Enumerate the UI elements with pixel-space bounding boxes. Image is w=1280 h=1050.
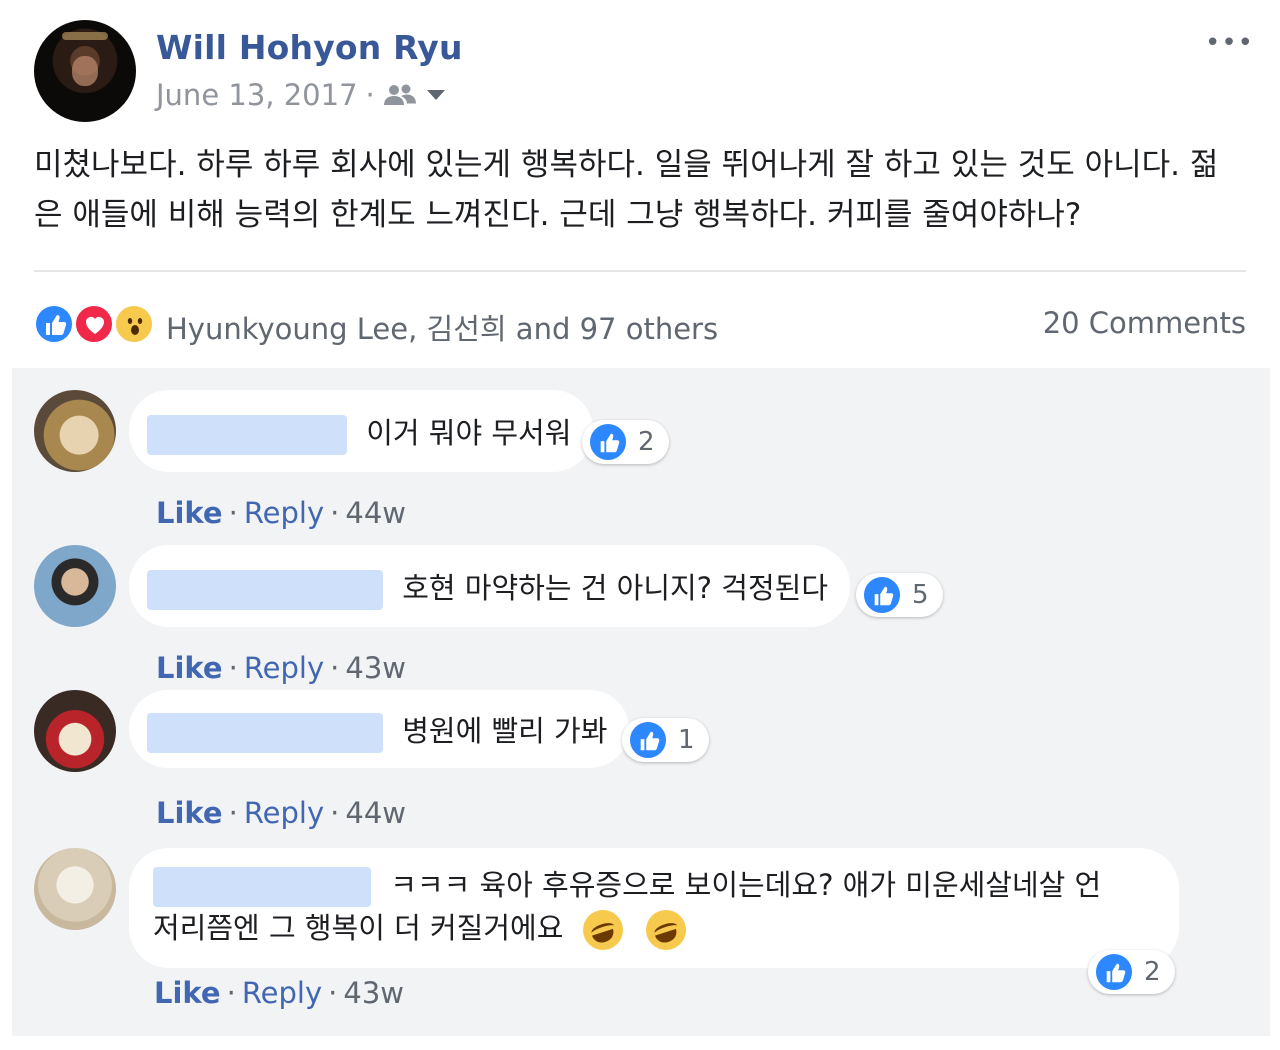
- rolling-laughing-emoji-icon: [582, 910, 623, 950]
- commenter-avatar[interactable]: [34, 848, 116, 930]
- wow-icon: [114, 304, 154, 344]
- comment-text: 병원에 빨리 가봐: [402, 714, 608, 748]
- avatar-face: [72, 56, 98, 86]
- divider: [34, 270, 1246, 272]
- post-date[interactable]: June 13, 2017: [156, 78, 358, 112]
- comment-text-line-1: ㅋㅋㅋ 육아 후유증으로 보이는데요? 애가 미운세살네살 언: [390, 868, 1102, 902]
- rolling-laughing-emoji-icon: [645, 910, 686, 950]
- like-count: 2: [1144, 957, 1161, 987]
- reply-link[interactable]: Reply: [244, 496, 324, 530]
- dot-separator: ·: [330, 796, 340, 830]
- like-link[interactable]: Like: [156, 796, 223, 830]
- comment-bubble: 이거 뭐야 무서워: [129, 390, 594, 472]
- comment-like-count[interactable]: 2: [1088, 950, 1175, 994]
- audience-dropdown-icon[interactable]: [425, 88, 447, 102]
- dot-separator: ·: [228, 796, 238, 830]
- dot-separator: ·: [330, 496, 340, 530]
- dot-separator: ·: [226, 976, 236, 1010]
- commenter-avatar[interactable]: [34, 390, 116, 472]
- more-options-button[interactable]: •••: [1205, 28, 1254, 58]
- dot-separator: ·: [330, 651, 340, 685]
- post-meta: June 13, 2017 ·: [156, 78, 447, 112]
- avatar-detail: [62, 32, 108, 40]
- like-icon: [588, 422, 628, 462]
- comment-time[interactable]: 43w: [343, 976, 404, 1010]
- comment-text-line-2: 저리쯤엔 그 행복이 더 커질거에요: [153, 911, 564, 945]
- like-count: 1: [678, 725, 695, 755]
- commenter-name-redacted[interactable]: [147, 713, 383, 753]
- comment-actions: Like · Reply · 43w: [156, 651, 406, 685]
- dot-separator: ·: [328, 976, 338, 1010]
- like-count: 2: [638, 427, 655, 457]
- reply-link[interactable]: Reply: [242, 976, 322, 1010]
- like-icon: [862, 575, 902, 615]
- dot-separator: ·: [228, 651, 238, 685]
- comment-like-count[interactable]: 2: [582, 420, 669, 464]
- comments-count[interactable]: 20 Comments: [1043, 306, 1246, 340]
- post-text: 미쳤나보다. 하루 하루 회사에 있는게 행복하다. 일을 뛰어나게 잘 하고 …: [34, 147, 1219, 233]
- comment-like-count[interactable]: 5: [856, 573, 943, 617]
- meta-separator: ·: [365, 78, 375, 112]
- comment-time[interactable]: 44w: [345, 496, 406, 530]
- comment-time[interactable]: 43w: [345, 651, 406, 685]
- commenter-name-redacted[interactable]: [147, 570, 383, 610]
- comment-text: 호현 마약하는 건 아니지? 걱정된다: [402, 571, 829, 605]
- comment-bubble: 호현 마약하는 건 아니지? 걱정된다: [129, 545, 851, 627]
- comment-actions: Like · Reply · 44w: [156, 496, 406, 530]
- like-link[interactable]: Like: [156, 651, 223, 685]
- reaction-icons[interactable]: [34, 304, 160, 344]
- comment-line-2: 저리쯤엔 그 행복이 더 커질거에요: [153, 907, 1155, 950]
- comment-text: 이거 뭐야 무서워: [366, 416, 572, 450]
- reply-link[interactable]: Reply: [244, 796, 324, 830]
- like-link[interactable]: Like: [154, 976, 221, 1010]
- commenter-avatar[interactable]: [34, 690, 116, 772]
- like-icon: [628, 720, 668, 760]
- like-icon: [34, 304, 74, 344]
- commenter-name-redacted[interactable]: [147, 415, 347, 455]
- author-avatar[interactable]: [34, 20, 136, 122]
- post-header: Will Hohyon Ryu June 13, 2017 · •••: [34, 20, 1264, 130]
- comment-time[interactable]: 44w: [345, 796, 406, 830]
- reaction-names[interactable]: Hyunkyoung Lee, 김선희 and 97 others: [166, 306, 718, 348]
- commenter-avatar[interactable]: [34, 545, 116, 627]
- friends-privacy-icon[interactable]: [383, 83, 417, 107]
- comment-line-1: ㅋㅋㅋ 육아 후유증으로 보이는데요? 애가 미운세살네살 언: [153, 864, 1155, 907]
- reply-link[interactable]: Reply: [244, 651, 324, 685]
- dot-separator: ·: [228, 496, 238, 530]
- comment-actions: Like · Reply · 43w: [154, 976, 404, 1010]
- comment-actions: Like · Reply · 44w: [156, 796, 406, 830]
- author-name[interactable]: Will Hohyon Ryu: [156, 28, 463, 67]
- like-count: 5: [912, 580, 929, 610]
- like-icon: [1094, 952, 1134, 992]
- love-icon: [74, 304, 114, 344]
- comment-like-count[interactable]: 1: [622, 718, 709, 762]
- reactions-bar: Hyunkyoung Lee, 김선희 and 97 others 20 Com…: [34, 300, 1246, 350]
- comments-area: 이거 뭐야 무서워 2 Like · Reply · 44w 호현 마약하는 건 아니지…: [12, 368, 1270, 1036]
- commenter-name-redacted[interactable]: [153, 867, 371, 907]
- comment-bubble: ㅋㅋㅋ 육아 후유증으로 보이는데요? 애가 미운세살네살 언 저리쯤엔 그 행…: [129, 848, 1179, 968]
- like-link[interactable]: Like: [156, 496, 223, 530]
- comment-bubble: 병원에 빨리 가봐: [129, 690, 630, 768]
